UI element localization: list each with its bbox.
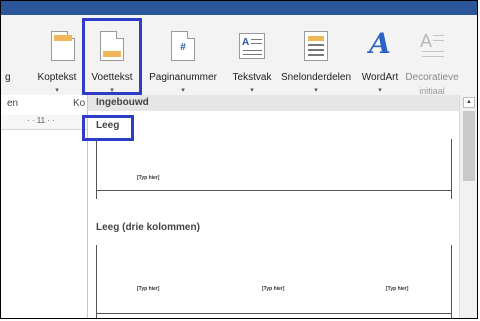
snelonderdelen-button[interactable]: Snelonderdelen ▾ [277,25,355,94]
chevron-down-icon: ▾ [378,87,382,94]
chevron-down-icon: ▾ [250,87,254,94]
koptekst-icon [51,31,75,61]
placeholder-text-right: [Typ hier] [386,286,409,292]
leeg-highlight-box [82,115,134,141]
koptekst-label: Koptekst [37,72,77,83]
group-label-fragment: en [7,98,19,109]
decoratieve-initiaal-icon: A [420,31,446,61]
gallery-category-leeg-drie-kolommen: Leeg (drie kolommen) [96,222,200,233]
decoratieve-label-line2: initiaal [419,86,445,96]
scroll-up-icon[interactable]: ▲ [463,97,475,108]
tekstvak-label: Tekstvak [232,72,272,83]
gallery-scrollbar[interactable]: ▲ [459,95,477,318]
gallery-item-leeg-drie-kolommen[interactable]: [Typ hier] [Typ hier] [Typ hier] [96,245,452,318]
decoratieve-initiaal-button[interactable]: A Decoratieve initiaal [405,25,459,96]
footer-gallery-panel: Ingebouwd Leeg [Typ hier] Leeg (drie kol… [87,95,460,318]
group-label-fragment-2: Ko [73,98,86,109]
chevron-down-icon: ▾ [314,87,318,94]
word-window: g Koptekst ▾ Voettekst ▾ # Paginanummer [0,0,478,319]
wordart-icon: A [369,27,391,60]
ribbon-partial-item[interactable]: g [1,25,11,93]
wordart-label: WordArt [361,72,399,83]
scrollbar-thumb[interactable] [463,111,475,181]
chevron-down-icon: ▾ [55,87,59,94]
snelonderdelen-icon [304,31,328,61]
gallery-header-ingebouwd: Ingebouwd [88,95,460,111]
gallery-item-leeg[interactable]: [Typ hier] [96,139,452,199]
partial-label: g [5,72,11,83]
ruler: · · 11 · · [1,115,87,130]
ruler-marks: · · 11 · · [27,116,55,125]
placeholder-text: [Typ hier] [137,175,160,181]
wordart-button[interactable]: A WordArt ▾ [355,25,405,95]
tekstvak-icon: A [239,33,265,59]
placeholder-text-left: [Typ hier] [137,286,160,292]
title-bar [1,1,477,15]
paginanummer-label: Paginanummer [149,72,217,83]
snelonderdelen-label: Snelonderdelen [280,72,352,83]
decoratieve-label-line1: Decoratieve [405,72,459,83]
koptekst-button[interactable]: Koptekst ▾ [31,25,83,94]
paginanummer-icon: # [171,31,195,61]
voettekst-highlight-box [82,18,142,95]
placeholder-text-center: [Typ hier] [262,286,285,292]
paginanummer-button[interactable]: # Paginanummer ▾ [141,25,225,94]
chevron-down-icon: ▾ [181,87,185,94]
tekstvak-button[interactable]: A Tekstvak ▾ [227,25,277,94]
ribbon-insert-tab: g Koptekst ▾ Voettekst ▾ # Paginanummer [1,15,477,96]
